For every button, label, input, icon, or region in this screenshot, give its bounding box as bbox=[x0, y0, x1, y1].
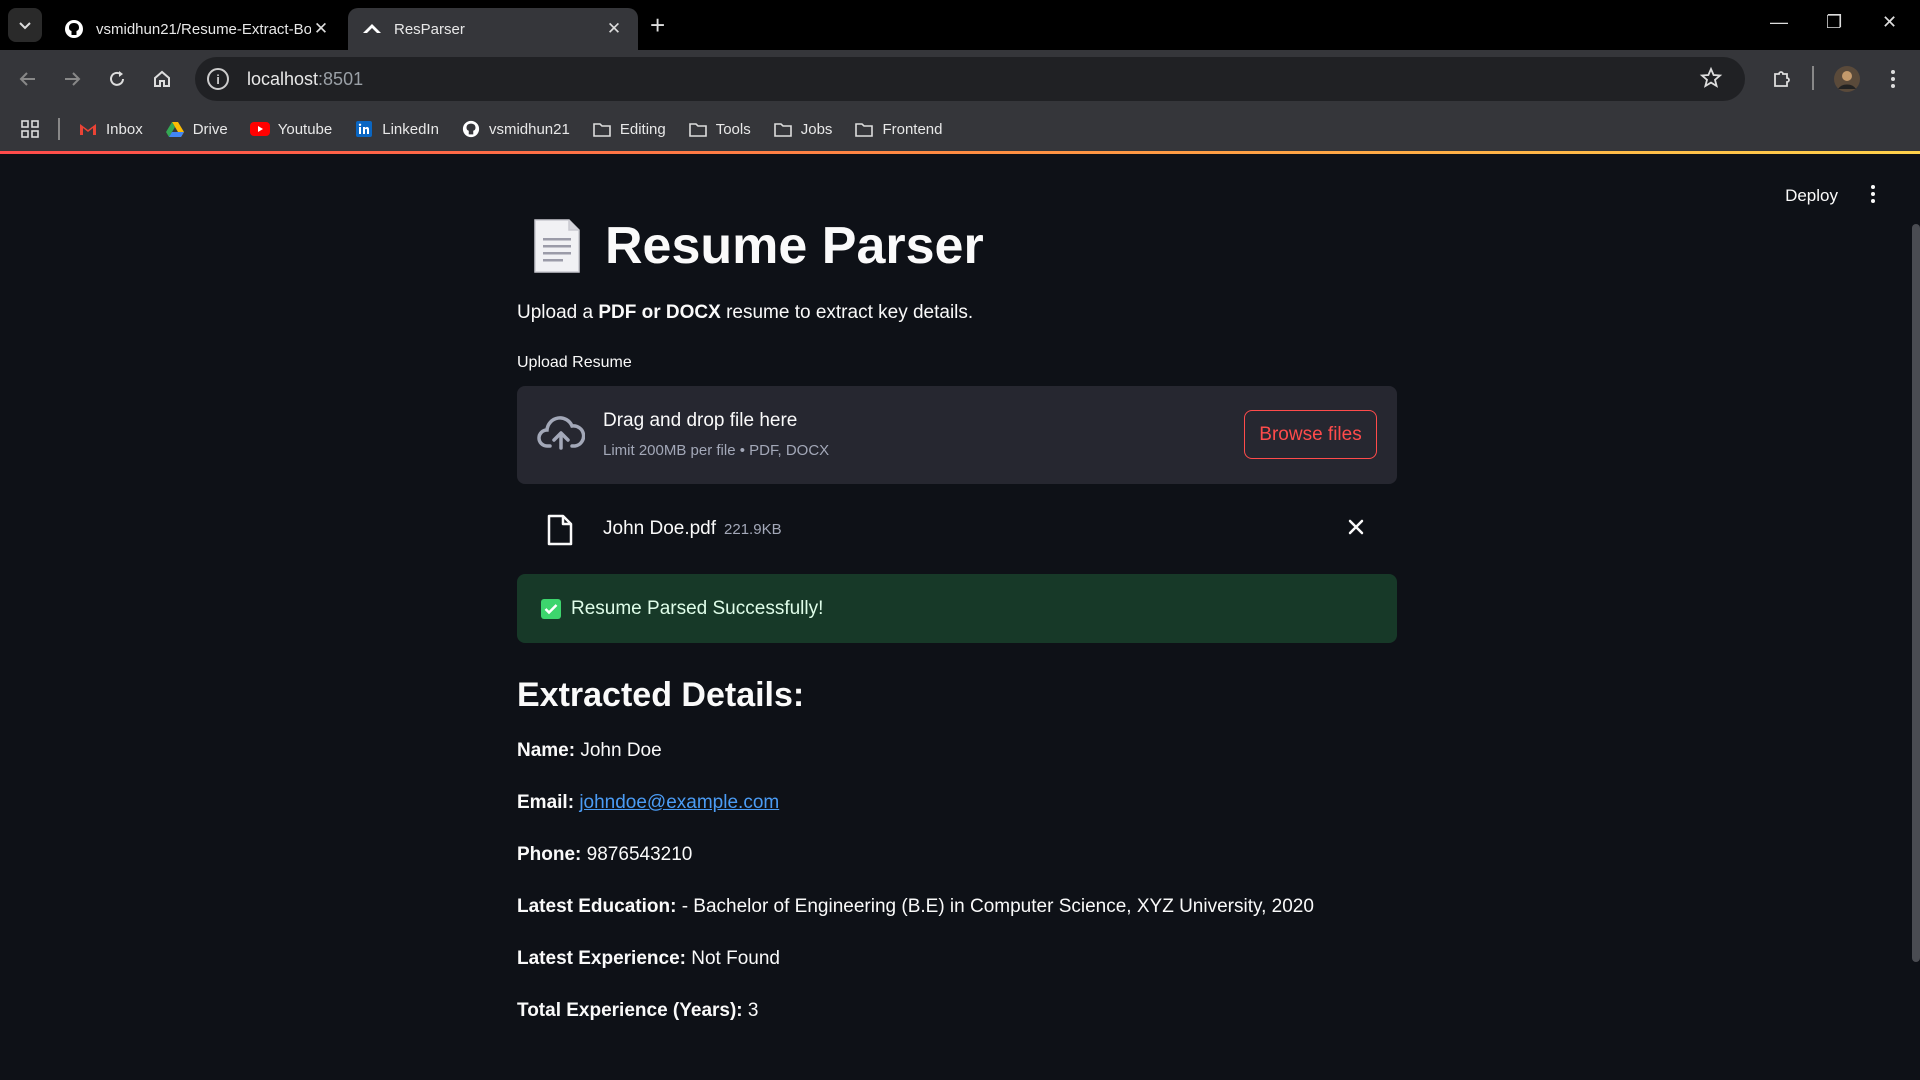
profile-avatar[interactable] bbox=[1832, 64, 1862, 94]
deploy-button[interactable]: Deploy bbox=[1785, 186, 1838, 206]
app-menu-button[interactable] bbox=[1870, 184, 1876, 209]
bookmark-star-icon[interactable] bbox=[1699, 66, 1723, 95]
close-tab-icon[interactable]: ✕ bbox=[604, 19, 624, 39]
bookmark-label: Drive bbox=[192, 120, 228, 138]
bookmark-github[interactable]: vsmidhun21 bbox=[461, 120, 570, 138]
bookmark-folder-editing[interactable]: Editing bbox=[592, 120, 666, 138]
tab-title: ResParser bbox=[394, 20, 465, 38]
bookmarks-bar: Inbox Drive Youtube LinkedIn vsmidhun21 … bbox=[0, 107, 1920, 151]
email-link[interactable]: johndoe@example.com bbox=[579, 792, 779, 813]
kebab-menu-icon bbox=[1891, 70, 1895, 88]
github-icon bbox=[64, 19, 84, 39]
close-window-icon[interactable]: ✕ bbox=[1882, 12, 1897, 33]
tab-search-button[interactable] bbox=[8, 8, 42, 42]
remove-file-icon[interactable] bbox=[1347, 518, 1365, 536]
drive-icon bbox=[165, 120, 185, 138]
github-icon bbox=[461, 120, 481, 138]
forward-button[interactable] bbox=[57, 64, 87, 94]
bookmark-label: Tools bbox=[715, 120, 751, 138]
tab-resparser[interactable]: ResParser ✕ bbox=[348, 8, 638, 50]
puzzle-icon bbox=[1774, 71, 1790, 87]
bookmark-youtube[interactable]: Youtube bbox=[249, 120, 333, 138]
tab-title: vsmidhun21/Resume-Extract-Bo bbox=[96, 20, 311, 38]
detail-total-experience: Total Experience (Years): 3 bbox=[517, 1000, 759, 1021]
tab-github[interactable]: vsmidhun21/Resume-Extract-Bo ✕ bbox=[50, 8, 345, 50]
folder-icon bbox=[592, 120, 612, 138]
address-bar[interactable]: i localhost:8501 bbox=[195, 57, 1745, 101]
detail-email: Email: johndoe@example.com bbox=[517, 792, 780, 813]
dropzone-instructions: Drag and drop file here bbox=[603, 410, 798, 431]
detail-education: Latest Education: - Bachelor of Engineer… bbox=[517, 896, 1314, 917]
bookmark-inbox[interactable]: Inbox bbox=[78, 120, 143, 138]
check-mark-icon bbox=[541, 598, 561, 619]
kebab-menu-icon bbox=[1871, 185, 1875, 203]
scrollbar[interactable] bbox=[1912, 224, 1920, 962]
home-icon bbox=[154, 70, 170, 87]
bookmark-folder-frontend[interactable]: Frontend bbox=[854, 120, 942, 138]
streamlit-app: Deploy Resume Parser Upload a PDF or DOC… bbox=[0, 154, 1920, 1080]
bookmark-label: Inbox bbox=[106, 120, 143, 138]
bookmark-label: Editing bbox=[619, 120, 666, 138]
bookmark-label: Frontend bbox=[882, 120, 943, 138]
title-row: Resume Parser bbox=[517, 216, 984, 276]
toolbar-divider bbox=[1812, 66, 1814, 90]
bookmark-drive[interactable]: Drive bbox=[165, 120, 228, 138]
bookmark-linkedin[interactable]: LinkedIn bbox=[354, 120, 439, 138]
youtube-icon bbox=[249, 120, 270, 138]
folder-icon bbox=[688, 120, 708, 138]
file-name: John Doe.pdf bbox=[603, 518, 717, 539]
page-facing-up-icon bbox=[534, 219, 580, 273]
back-arrow-icon bbox=[19, 72, 35, 86]
detail-phone: Phone: 9876543210 bbox=[517, 844, 693, 865]
gmail-icon bbox=[78, 120, 98, 138]
cloud-upload-icon bbox=[537, 416, 585, 450]
success-message: Resume Parsed Successfully! bbox=[571, 597, 824, 619]
bookmarks-separator bbox=[58, 118, 60, 140]
bookmark-label: Youtube bbox=[277, 120, 333, 138]
close-tab-icon[interactable]: ✕ bbox=[311, 19, 331, 39]
browser-toolbar: i localhost:8501 bbox=[0, 50, 1920, 107]
home-button[interactable] bbox=[147, 64, 177, 94]
linkedin-icon bbox=[354, 120, 374, 138]
detail-experience: Latest Experience: Not Found bbox=[517, 948, 780, 969]
uploaded-file-info: John Doe.pdf 221.9KB bbox=[603, 518, 782, 540]
forward-arrow-icon bbox=[65, 72, 81, 86]
chevron-down-icon bbox=[19, 22, 31, 30]
folder-icon bbox=[773, 120, 793, 138]
file-dropzone[interactable]: Drag and drop file here Limit 200MB per … bbox=[517, 386, 1397, 484]
page-subtitle: Upload a PDF or DOCX resume to extract k… bbox=[517, 302, 974, 323]
bookmark-label: LinkedIn bbox=[382, 120, 439, 138]
extensions-button[interactable] bbox=[1767, 64, 1797, 94]
reload-button[interactable] bbox=[102, 64, 132, 94]
folder-icon bbox=[854, 120, 874, 138]
bookmark-label: vsmidhun21 bbox=[488, 120, 570, 138]
bookmark-label: Jobs bbox=[800, 120, 833, 138]
site-info-icon[interactable]: i bbox=[207, 68, 229, 90]
file-icon bbox=[547, 514, 573, 546]
file-size: 221.9KB bbox=[724, 521, 782, 538]
browse-files-button[interactable]: Browse files bbox=[1244, 410, 1377, 459]
apps-button[interactable] bbox=[20, 119, 40, 139]
dropzone-limit: Limit 200MB per file • PDF, DOCX bbox=[603, 442, 830, 459]
upload-label: Upload Resume bbox=[517, 354, 632, 371]
apps-grid-icon bbox=[21, 120, 39, 138]
streamlit-icon bbox=[362, 19, 382, 39]
tab-strip: vsmidhun21/Resume-Extract-Bo ✕ ResParser… bbox=[0, 0, 1920, 50]
bookmark-folder-tools[interactable]: Tools bbox=[688, 120, 751, 138]
minimize-icon[interactable]: — bbox=[1770, 12, 1788, 33]
back-button[interactable] bbox=[13, 64, 43, 94]
browser-menu-button[interactable] bbox=[1878, 64, 1908, 94]
success-alert: Resume Parsed Successfully! bbox=[517, 574, 1397, 643]
extracted-details-heading: Extracted Details: bbox=[517, 676, 805, 714]
url-text: localhost:8501 bbox=[247, 68, 364, 89]
bookmark-folder-jobs[interactable]: Jobs bbox=[773, 120, 833, 138]
page-title: Resume Parser bbox=[605, 217, 984, 275]
new-tab-button[interactable]: + bbox=[650, 12, 665, 38]
reload-icon bbox=[110, 71, 124, 86]
uploaded-file-row: John Doe.pdf 221.9KB bbox=[517, 506, 1397, 554]
detail-name: Name: John Doe bbox=[517, 740, 662, 761]
restore-icon[interactable]: ❐ bbox=[1826, 12, 1842, 33]
